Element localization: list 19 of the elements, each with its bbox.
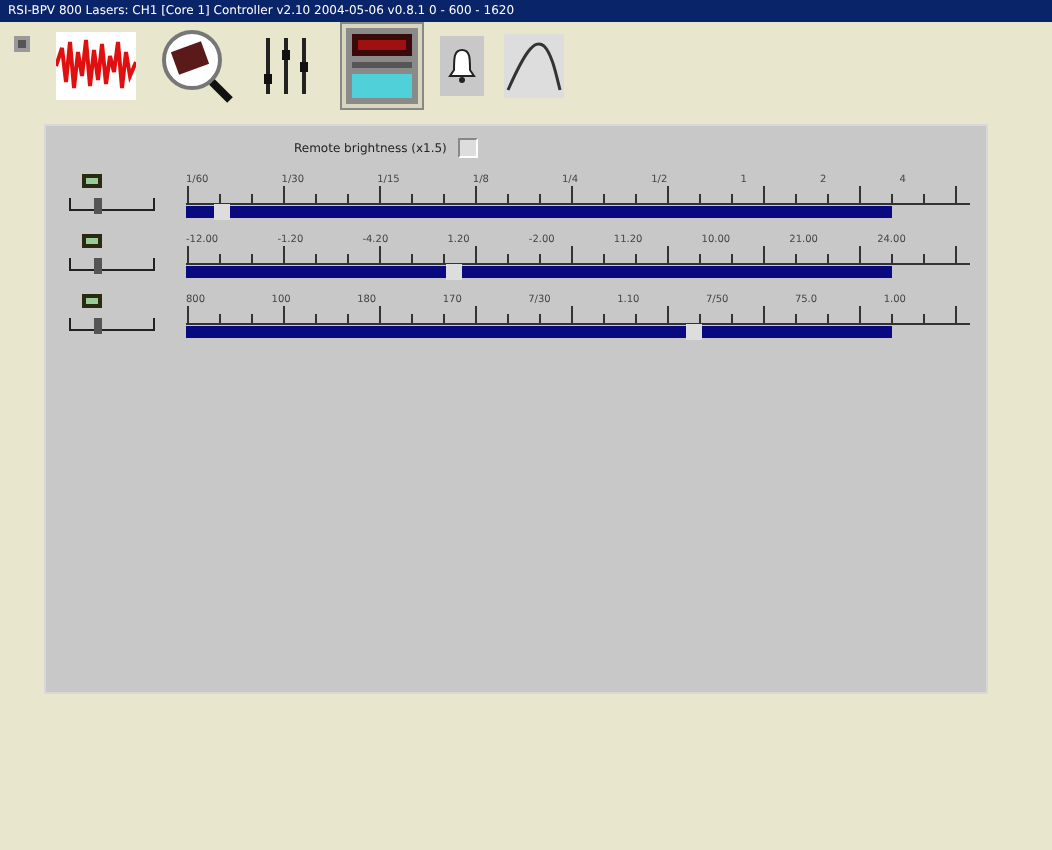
slider-track[interactable] [186,206,892,218]
slider-icon [66,170,158,218]
slider-thumb[interactable] [686,324,703,340]
slider-track[interactable] [186,326,892,338]
curve-icon [504,34,564,98]
slider-track[interactable] [186,266,892,278]
magnifier-icon [156,28,236,104]
slider-thumb[interactable] [446,264,463,280]
slider-icon [66,230,158,278]
toolbar-button[interactable] [340,22,424,110]
window-icon [12,34,32,54]
slider-thumb[interactable] [213,204,230,220]
waveform-icon [56,32,136,100]
checkbox[interactable] [458,138,479,158]
display-panel-icon [346,28,418,104]
slider-icon [66,290,158,338]
toolbar-button[interactable] [436,32,488,100]
bell-icon [440,36,484,96]
toolbar-button[interactable] [500,30,568,102]
